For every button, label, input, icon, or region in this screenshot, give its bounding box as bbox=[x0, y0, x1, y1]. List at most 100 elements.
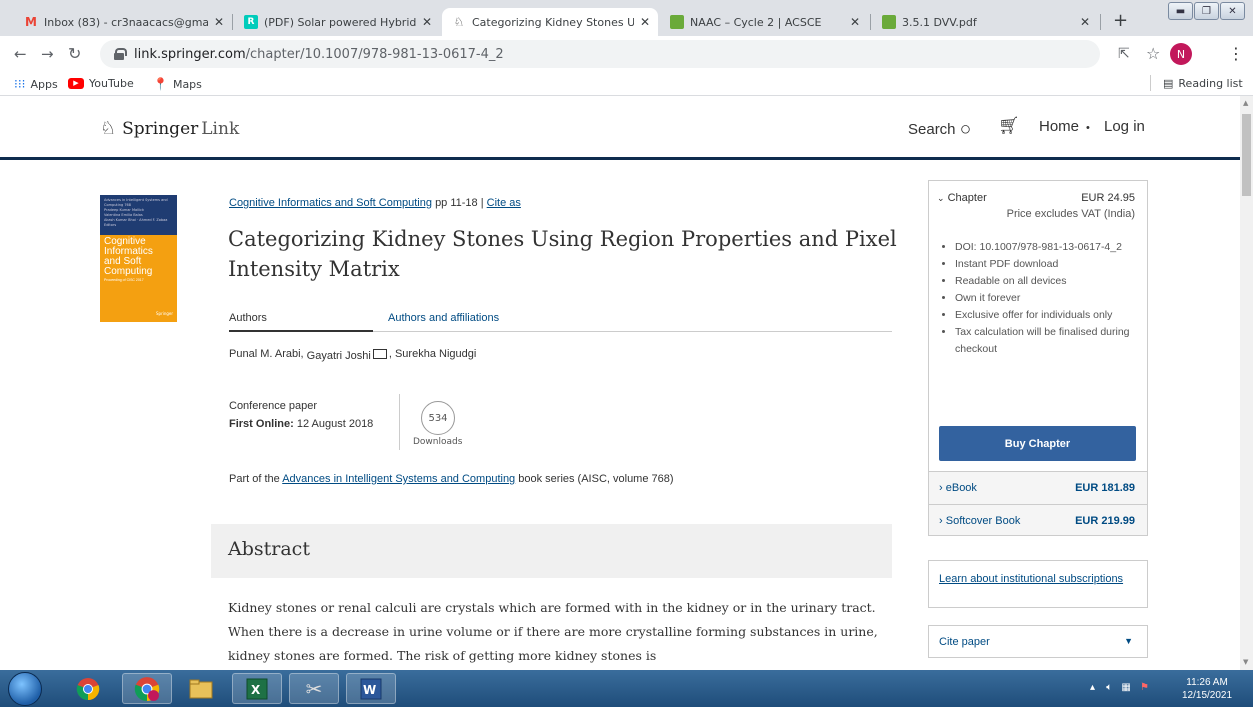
system-tray: ▴ 🔈︎ ▦ ⚑ bbox=[1090, 682, 1149, 693]
reload-icon[interactable]: ↻ bbox=[68, 44, 81, 63]
tab-authors-affiliations[interactable]: Authors and affiliations bbox=[388, 312, 499, 324]
book-link[interactable]: Cognitive Informatics and Soft Computing bbox=[229, 197, 432, 209]
browser-tab-strip: M Inbox (83) - cr3naacacs@gmail.c ✕ R (P… bbox=[0, 0, 1253, 36]
leaf-icon bbox=[670, 15, 684, 29]
url-host: link.springer.com bbox=[134, 46, 246, 62]
cite-as-link[interactable]: Cite as bbox=[487, 197, 521, 209]
softcover-label: › Softcover Book bbox=[939, 515, 1020, 527]
login-link[interactable]: Log in bbox=[1104, 118, 1145, 135]
gmail-icon: M bbox=[25, 15, 37, 29]
reading-list-label: Reading list bbox=[1178, 77, 1243, 90]
author-name[interactable]: , Surekha Nigudgi bbox=[389, 348, 476, 360]
back-arrow-icon[interactable]: ← bbox=[14, 45, 27, 63]
taskbar-clock[interactable]: 11:26 AM 12/15/2021 bbox=[1182, 676, 1232, 702]
taskbar-chrome-profile[interactable] bbox=[122, 673, 172, 704]
book-cover[interactable]: Advances in Intelligent Systems and Comp… bbox=[100, 195, 177, 322]
tab-springer-active[interactable]: ♘ Categorizing Kidney Stones Usin ✕ bbox=[442, 8, 658, 36]
folder-icon bbox=[189, 679, 213, 698]
meta-divider bbox=[399, 394, 400, 450]
page-scrollbar[interactable]: ▲ ▼ bbox=[1240, 96, 1253, 670]
feature-list: DOI: 10.1007/978-981-13-0617-4_2 Instant… bbox=[955, 239, 1145, 358]
chapter-price: EUR 24.95 bbox=[1081, 192, 1135, 204]
close-window-button[interactable]: ✕ bbox=[1220, 2, 1245, 20]
reading-list-button[interactable]: ▤ Reading list bbox=[1163, 77, 1243, 90]
network-icon[interactable]: ▦ bbox=[1121, 682, 1130, 693]
softcover-option[interactable]: › Softcover Book EUR 219.99 bbox=[929, 504, 1147, 537]
start-button[interactable] bbox=[8, 672, 42, 706]
bookmark-maps[interactable]: 📍 Maps bbox=[153, 77, 202, 91]
url-path: /chapter/10.1007/978-981-13-0617-4_2 bbox=[245, 46, 504, 62]
bookmarks-divider bbox=[1150, 75, 1151, 91]
bookmark-apps[interactable]: ⁝⁝⁝ Apps bbox=[14, 77, 58, 91]
breadcrumb: Cognitive Informatics and Soft Computing… bbox=[229, 197, 521, 209]
tray-expand-icon[interactable]: ▴ bbox=[1090, 682, 1095, 693]
ebook-option[interactable]: › eBook EUR 181.89 bbox=[929, 471, 1147, 504]
profile-avatar[interactable]: N bbox=[1170, 43, 1192, 65]
scroll-down-arrow-icon[interactable]: ▼ bbox=[1243, 658, 1248, 666]
tab-close-icon[interactable]: ✕ bbox=[850, 15, 860, 29]
caret-down-icon: ▼ bbox=[1124, 636, 1133, 646]
taskbar-explorer[interactable] bbox=[176, 673, 226, 704]
search-link[interactable]: Search ○ bbox=[908, 118, 971, 140]
apps-grid-icon: ⁝⁝⁝ bbox=[14, 77, 26, 91]
tab-close-icon[interactable]: ✕ bbox=[640, 15, 650, 29]
scrollbar-thumb[interactable] bbox=[1242, 114, 1251, 196]
ebook-label-text: eBook bbox=[945, 482, 977, 494]
tab-researchgate[interactable]: R (PDF) Solar powered Hybrid veh ✕ bbox=[234, 8, 440, 36]
bookmark-youtube[interactable]: ▶ YouTube bbox=[68, 77, 134, 90]
search-icon: ○ bbox=[959, 119, 972, 140]
taskbar-snipping-tool[interactable]: ✂ bbox=[289, 673, 339, 704]
feature-item: Tax calculation will be finalised during… bbox=[955, 324, 1145, 358]
tab-close-icon[interactable]: ✕ bbox=[422, 15, 432, 29]
springerlink-logo[interactable]: ♘ Springer Link bbox=[100, 118, 239, 139]
authors-tabs: Authors Authors and affiliations bbox=[229, 312, 892, 332]
springer-horse-icon: ♘ bbox=[453, 15, 465, 29]
cover-series-line: Advances in Intelligent Systems and Comp… bbox=[104, 198, 168, 207]
maximize-button[interactable]: ❐ bbox=[1194, 2, 1219, 20]
scroll-up-arrow-icon[interactable]: ▲ bbox=[1243, 99, 1248, 107]
series-link[interactable]: Advances in Intelligent Systems and Comp… bbox=[282, 473, 515, 485]
minimize-button[interactable]: ▬ bbox=[1168, 2, 1193, 20]
chrome-icon bbox=[76, 677, 100, 700]
home-link[interactable]: Home bbox=[1039, 118, 1079, 135]
address-bar[interactable]: link.springer.com/chapter/10.1007/978-98… bbox=[100, 40, 1100, 68]
author-name[interactable]: Gayatri Joshi bbox=[307, 350, 371, 362]
cite-paper-dropdown[interactable]: Cite paper ▼ bbox=[928, 625, 1148, 658]
volume-icon[interactable]: 🔈︎ bbox=[1106, 682, 1112, 693]
tab-naac[interactable]: NAAC – Cycle 2 | ACSCE ✕ bbox=[660, 8, 868, 36]
bookmark-label: YouTube bbox=[89, 77, 134, 90]
buy-chapter-button[interactable]: Buy Chapter bbox=[939, 426, 1136, 461]
new-tab-button[interactable]: + bbox=[1113, 10, 1128, 31]
springerlink-header: ♘ Springer Link Search ○ 🛒︎ Home • Log i… bbox=[0, 96, 1240, 160]
tab-close-icon[interactable]: ✕ bbox=[214, 15, 224, 29]
tab-gmail[interactable]: M Inbox (83) - cr3naacacs@gmail.c ✕ bbox=[14, 8, 232, 36]
word-icon: W bbox=[360, 678, 382, 699]
author-name[interactable]: Punal M. Arabi, bbox=[229, 348, 304, 360]
tab-close-icon[interactable]: ✕ bbox=[1080, 15, 1090, 29]
tab-separator bbox=[1100, 14, 1101, 30]
chapter-label: Chapter bbox=[947, 192, 987, 204]
tab-authors[interactable]: Authors bbox=[229, 312, 373, 332]
taskbar-word[interactable]: W bbox=[346, 673, 396, 704]
feature-item: Instant PDF download bbox=[955, 256, 1145, 273]
cart-icon[interactable]: 🛒︎ bbox=[998, 116, 1020, 136]
action-center-icon[interactable]: ⚑ bbox=[1140, 682, 1149, 693]
vat-note: Price excludes VAT (India) bbox=[1006, 208, 1135, 220]
tab-dvv-pdf[interactable]: 3.5.1 DVV.pdf ✕ bbox=[872, 8, 1098, 36]
first-online-label: First Online: bbox=[229, 418, 294, 430]
bookmark-label: Apps bbox=[30, 77, 58, 91]
menu-kebab-icon[interactable]: ⋮ bbox=[1228, 44, 1244, 63]
logo-bold: Springer bbox=[122, 118, 199, 139]
forward-arrow-icon[interactable]: → bbox=[41, 45, 54, 63]
series-suffix: book series (AISC, volume 768) bbox=[518, 473, 674, 485]
taskbar-chrome[interactable] bbox=[63, 673, 113, 704]
bookmark-star-icon[interactable]: ☆ bbox=[1146, 44, 1160, 63]
institutional-subscriptions-link[interactable]: Learn about institutional subscriptions bbox=[939, 573, 1123, 585]
windows-taskbar: X ✂ W ▴ 🔈︎ ▦ ⚑ 11:26 AM 12/15/2021 bbox=[0, 670, 1253, 707]
share-icon[interactable]: ⇱ bbox=[1118, 46, 1130, 62]
scissors-icon: ✂ bbox=[305, 676, 323, 701]
taskbar-excel[interactable]: X bbox=[232, 673, 282, 704]
email-icon[interactable] bbox=[372, 349, 387, 360]
chapter-toggle[interactable]: ⌄ Chapter bbox=[937, 192, 987, 204]
abstract-heading: Abstract bbox=[211, 524, 892, 578]
